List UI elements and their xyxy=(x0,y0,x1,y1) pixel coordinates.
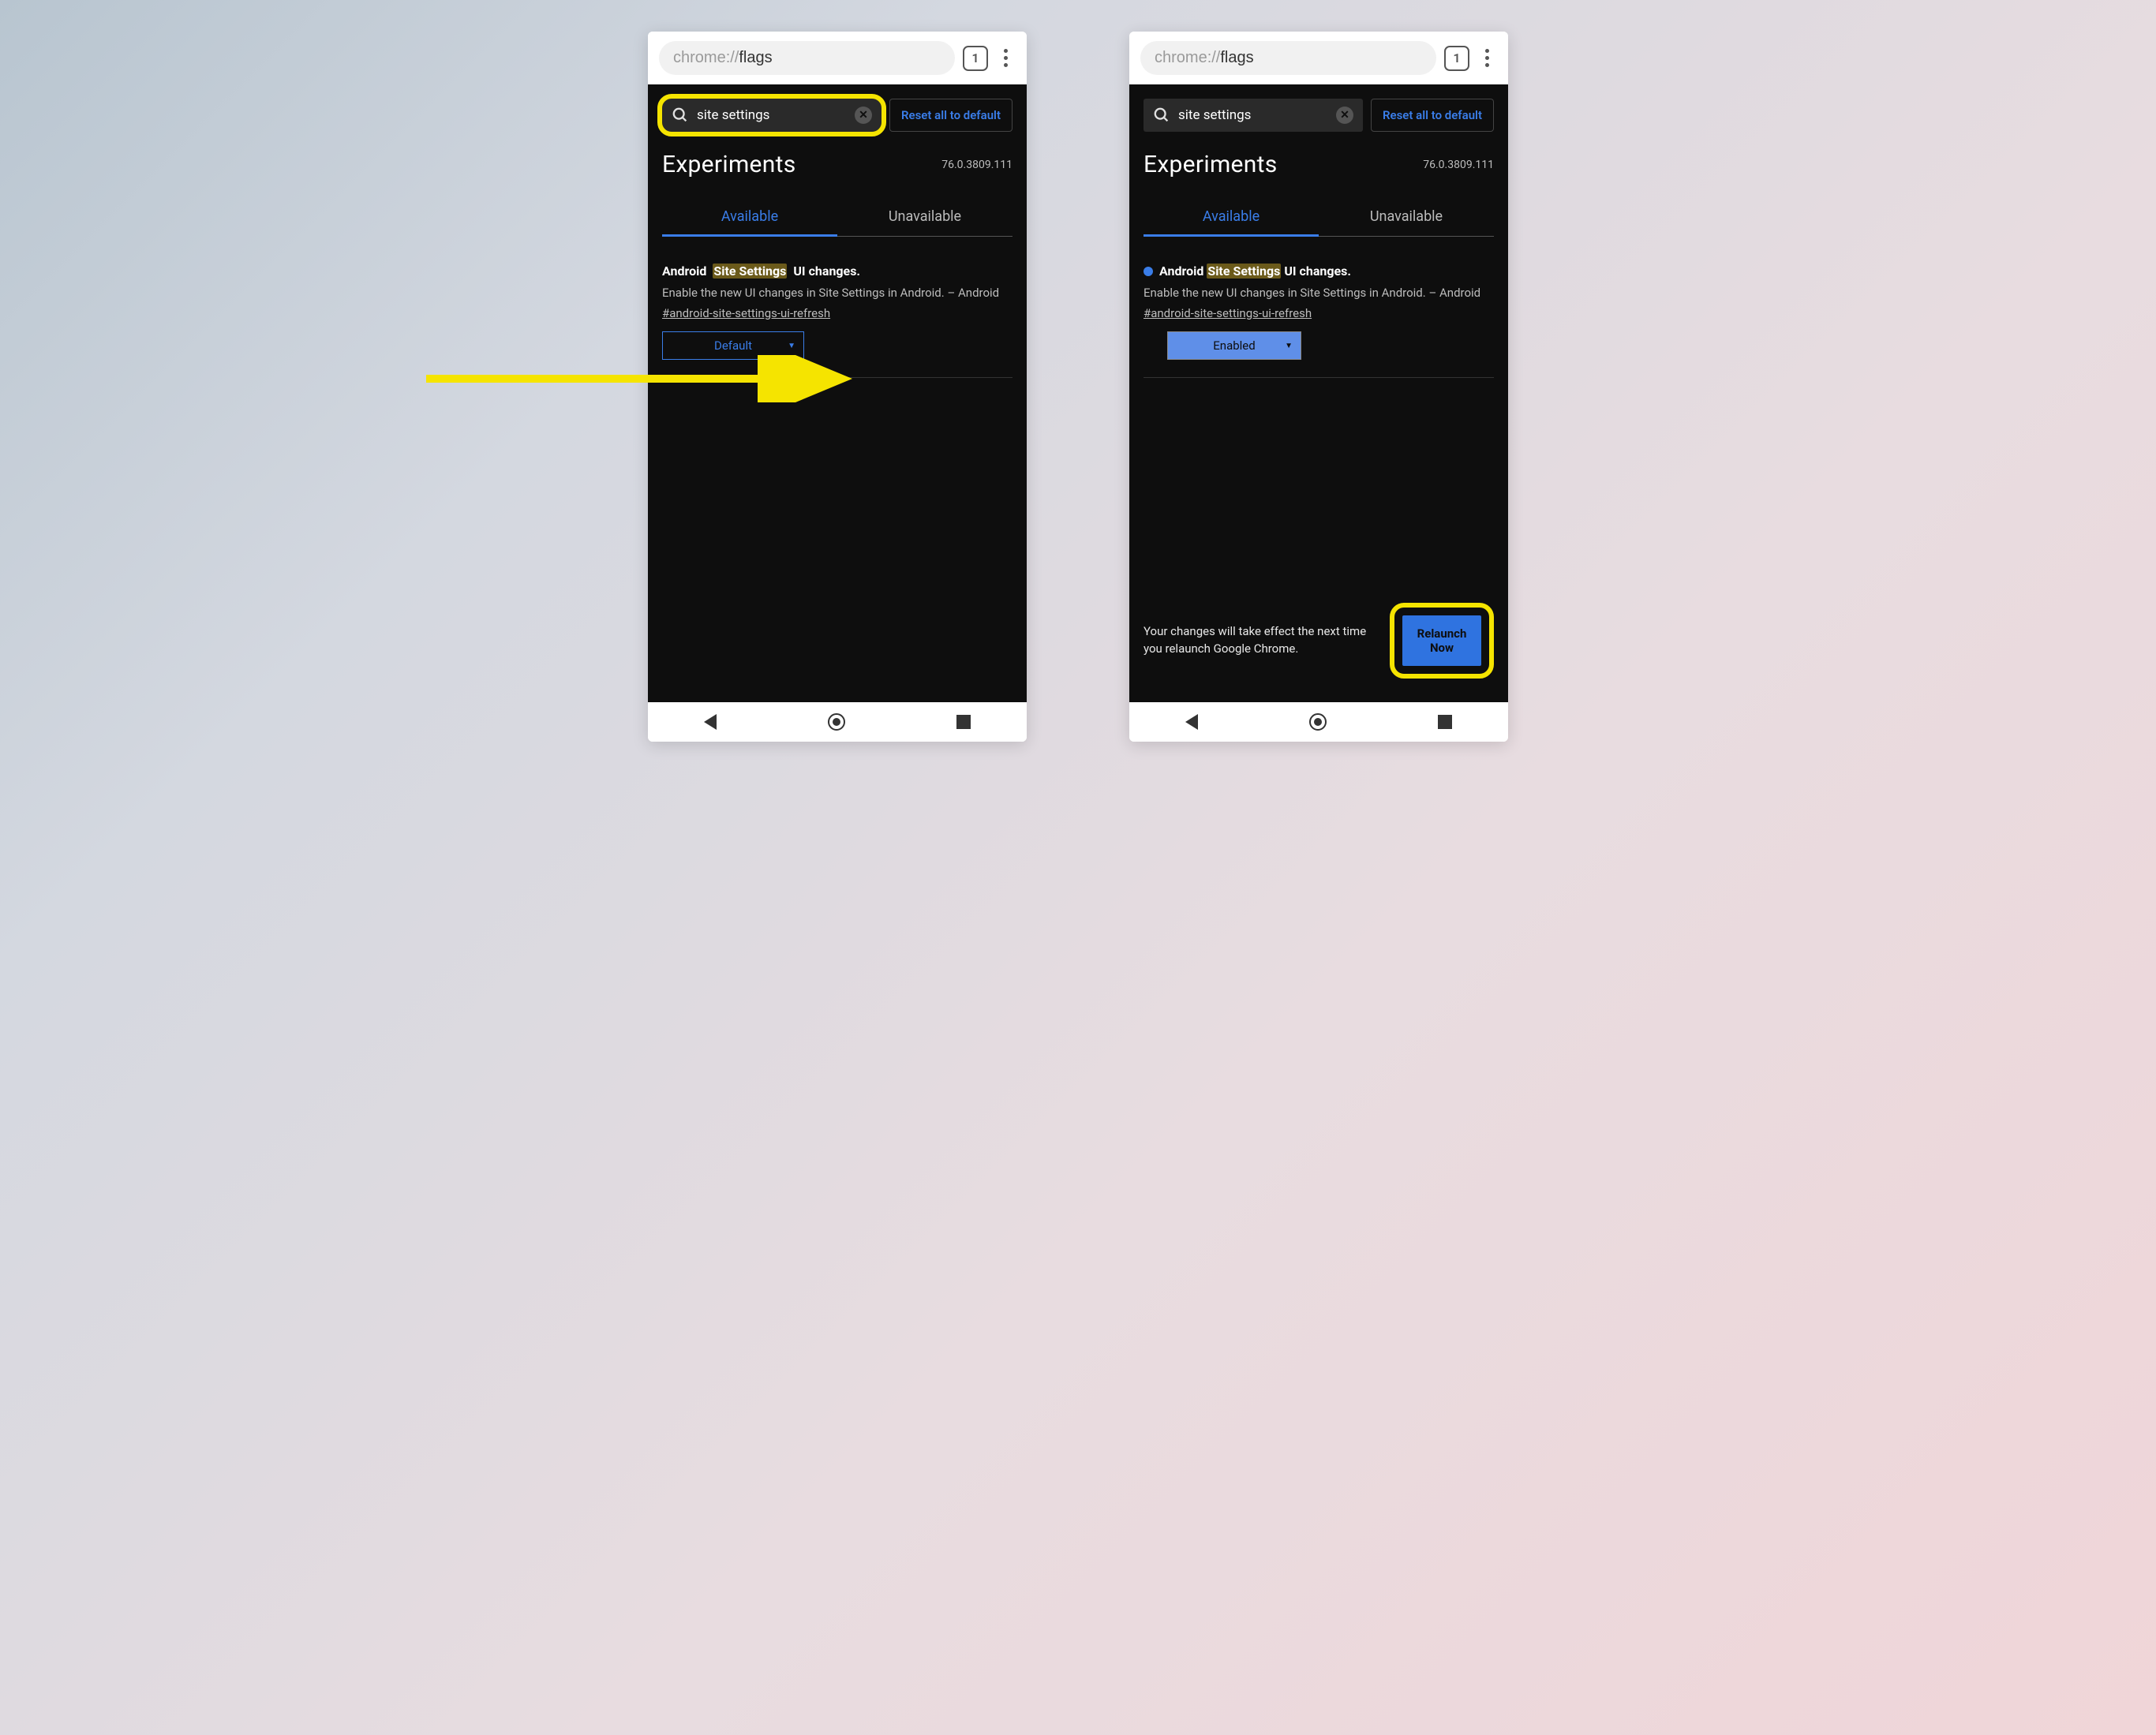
relaunch-message: Your changes will take effect the next t… xyxy=(1144,623,1379,658)
flag-hash-link[interactable]: #android-site-settings-ui-refresh xyxy=(1144,306,1312,320)
search-value: site settings xyxy=(697,107,769,123)
recents-nav-icon[interactable] xyxy=(1438,715,1452,729)
back-nav-icon[interactable] xyxy=(704,714,717,730)
flag-entry: Android Site Settings UI changes. Enable… xyxy=(1144,264,1494,378)
tab-unavailable[interactable]: Unavailable xyxy=(837,199,1012,236)
clear-search-icon[interactable]: ✕ xyxy=(855,107,872,124)
back-nav-icon[interactable] xyxy=(1185,714,1198,730)
search-input[interactable]: site settings ✕ xyxy=(662,99,881,132)
browser-toolbar: chrome://flags 1 xyxy=(648,32,1027,84)
url-bar[interactable]: chrome://flags xyxy=(1140,41,1436,75)
flags-page: site settings ✕ Reset all to default Exp… xyxy=(1129,84,1508,702)
search-value: site settings xyxy=(1178,107,1251,123)
search-input[interactable]: site settings ✕ xyxy=(1144,99,1363,132)
highlight-box: Relaunch Now xyxy=(1390,603,1494,679)
overflow-menu-icon[interactable] xyxy=(996,44,1016,72)
android-nav-bar xyxy=(1129,702,1508,742)
flags-page: site settings ✕ Reset all to default Exp… xyxy=(648,84,1027,702)
version-label: 76.0.3809.111 xyxy=(1423,159,1494,171)
flag-title: Android Site Settings UI changes. xyxy=(1144,264,1494,279)
relaunch-now-button[interactable]: Relaunch Now xyxy=(1402,615,1481,666)
overflow-menu-icon[interactable] xyxy=(1477,44,1497,72)
url-scheme: chrome:// xyxy=(673,49,739,66)
home-nav-icon[interactable] xyxy=(828,713,845,731)
phone-screenshot-after: chrome://flags 1 site settings ✕ Reset a… xyxy=(1129,32,1508,742)
tab-available[interactable]: Available xyxy=(662,199,837,237)
caret-down-icon: ▼ xyxy=(1285,342,1293,350)
tab-count-button[interactable]: 1 xyxy=(963,46,988,71)
android-nav-bar xyxy=(648,702,1027,742)
tab-unavailable[interactable]: Unavailable xyxy=(1319,199,1494,236)
reset-all-button[interactable]: Reset all to default xyxy=(889,99,1012,132)
url-scheme: chrome:// xyxy=(1155,49,1220,66)
page-header: Experiments 76.0.3809.111 xyxy=(1144,151,1494,178)
phone-screenshot-before: chrome://flags 1 site settings ✕ Reset a… xyxy=(648,32,1027,742)
flag-entry: Android Site Settings UI changes. Enable… xyxy=(662,264,1012,378)
relaunch-footer: Your changes will take effect the next t… xyxy=(1144,589,1494,688)
url-bar[interactable]: chrome://flags xyxy=(659,41,955,75)
flag-state-dropdown[interactable]: Default ▼ xyxy=(662,331,804,360)
page-title: Experiments xyxy=(1144,151,1278,178)
caret-down-icon: ▼ xyxy=(788,342,795,350)
browser-toolbar: chrome://flags 1 xyxy=(1129,32,1508,84)
flag-title: Android Site Settings UI changes. xyxy=(662,264,1012,279)
search-icon xyxy=(672,107,689,124)
url-path: flags xyxy=(739,49,772,66)
flag-state-dropdown[interactable]: Enabled ▼ xyxy=(1167,331,1301,360)
changed-indicator-icon xyxy=(1144,267,1153,276)
reset-all-button[interactable]: Reset all to default xyxy=(1371,99,1494,132)
home-nav-icon[interactable] xyxy=(1309,713,1327,731)
divider xyxy=(662,377,1012,378)
url-path: flags xyxy=(1220,49,1253,66)
tab-available[interactable]: Available xyxy=(1144,199,1319,237)
search-row: site settings ✕ Reset all to default xyxy=(662,99,1012,132)
version-label: 76.0.3809.111 xyxy=(941,159,1012,171)
recents-nav-icon[interactable] xyxy=(956,715,971,729)
page-header: Experiments 76.0.3809.111 xyxy=(662,151,1012,178)
page-title: Experiments xyxy=(662,151,796,178)
flag-hash-link[interactable]: #android-site-settings-ui-refresh xyxy=(662,306,830,320)
search-row: site settings ✕ Reset all to default xyxy=(1144,99,1494,132)
divider xyxy=(1144,377,1494,378)
tab-bar: Available Unavailable xyxy=(1144,199,1494,237)
tab-count-button[interactable]: 1 xyxy=(1444,46,1469,71)
search-icon xyxy=(1153,107,1170,124)
clear-search-icon[interactable]: ✕ xyxy=(1336,107,1353,124)
flag-description: Enable the new UI changes in Site Settin… xyxy=(1144,285,1494,301)
flag-description: Enable the new UI changes in Site Settin… xyxy=(662,285,1012,301)
tab-bar: Available Unavailable xyxy=(662,199,1012,237)
